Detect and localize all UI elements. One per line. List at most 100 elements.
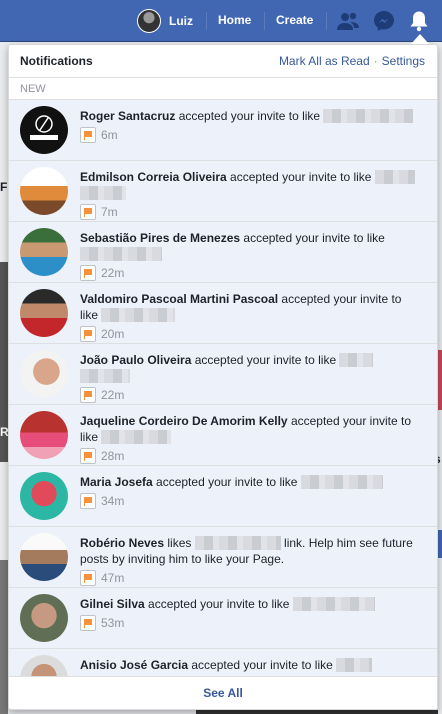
notification-item[interactable]: Roger Santacruz accepted your invite to … <box>9 100 437 161</box>
notification-meta: 53m <box>80 615 420 631</box>
divider <box>326 12 327 30</box>
notification-item[interactable]: Robério Neves likes link. Help him see f… <box>9 527 437 588</box>
notifications-title: Notifications <box>20 54 93 68</box>
notification-text: Edmilson Correia Oliveira accepted your … <box>80 169 420 220</box>
notification-time: 20m <box>101 327 125 341</box>
redacted-page-name <box>300 475 383 489</box>
redacted-page-name <box>80 186 126 200</box>
notification-item[interactable]: João Paulo Oliveira accepted your invite… <box>9 344 437 405</box>
avatar <box>20 289 68 337</box>
notification-meta: 28m <box>80 448 420 464</box>
separator: · <box>373 54 378 68</box>
create-link[interactable]: Create <box>276 13 313 27</box>
flyout-header: Notifications Mark All as Read · Settings <box>9 45 437 78</box>
notification-actor: Robério Neves <box>80 536 165 550</box>
profile-button[interactable]: Luiz <box>137 8 193 34</box>
notification-actor: Edmilson Correia Oliveira <box>80 170 227 184</box>
settings-link[interactable]: Settings <box>382 54 425 68</box>
notifications-bell-icon[interactable] <box>407 9 431 33</box>
notification-time: 6m <box>101 128 118 142</box>
notification-text: Valdomiro Pascoal Martini Pascoal accept… <box>80 291 420 342</box>
background-photo-right <box>438 350 442 410</box>
divider <box>264 12 265 30</box>
notification-meta: 6m <box>80 127 420 143</box>
redacted-page-name <box>101 308 176 322</box>
page-flag-icon <box>80 265 96 281</box>
avatar <box>20 655 68 676</box>
notification-meta: 20m <box>80 326 420 342</box>
notification-item[interactable]: Anisio José Garcia accepted your invite … <box>9 649 437 676</box>
notifications-list[interactable]: NEW Roger Santacruz accepted your invite… <box>9 78 437 676</box>
friend-requests-icon[interactable] <box>336 9 360 33</box>
flyout-actions: Mark All as Read · Settings <box>279 54 425 68</box>
avatar <box>20 350 68 398</box>
notification-text: Roger Santacruz accepted your invite to … <box>80 108 420 143</box>
notification-item[interactable]: Sebastião Pires de Menezes accepted your… <box>9 222 437 283</box>
notification-text: Gilnei Silva accepted your invite to lik… <box>80 596 420 631</box>
page-flag-icon <box>80 204 96 220</box>
avatar <box>20 106 68 154</box>
notification-actor: Anisio José Garcia <box>80 658 189 672</box>
background-photo-bottom <box>196 710 438 714</box>
redacted-page-name <box>339 353 374 367</box>
notification-time: 22m <box>101 266 125 280</box>
page-flag-icon <box>80 127 96 143</box>
home-link[interactable]: Home <box>218 13 251 27</box>
flyout-caret <box>411 34 429 44</box>
notification-time: 7m <box>101 205 118 219</box>
redacted-page-name <box>374 170 415 184</box>
background-button-right <box>438 530 442 558</box>
redacted-page-name <box>80 247 162 261</box>
redacted-page-name <box>194 536 281 550</box>
notification-text: Sebastião Pires de Menezes accepted your… <box>80 230 420 281</box>
top-navigation-bar: Luiz Home Create <box>0 0 442 42</box>
page-flag-icon <box>80 570 96 586</box>
redacted-page-name <box>323 109 414 123</box>
notification-item[interactable]: Valdomiro Pascoal Martini Pascoal accept… <box>9 283 437 344</box>
notification-time: 47m <box>101 571 125 585</box>
notification-time: 53m <box>101 616 125 630</box>
notification-item[interactable]: Maria Josefa accepted your invite to lik… <box>9 466 437 527</box>
notification-time: 22m <box>101 388 125 402</box>
profile-avatar <box>137 9 161 33</box>
notification-text: João Paulo Oliveira accepted your invite… <box>80 352 420 403</box>
notification-item[interactable]: Gilnei Silva accepted your invite to lik… <box>9 588 437 649</box>
notification-text: Jaqueline Cordeiro De Amorim Kelly accep… <box>80 413 420 464</box>
notification-meta: 47m <box>80 570 420 586</box>
notification-meta: 22m <box>80 265 420 281</box>
divider <box>206 12 207 30</box>
notification-item[interactable]: Edmilson Correia Oliveira accepted your … <box>9 161 437 222</box>
notification-item[interactable]: Jaqueline Cordeiro De Amorim Kelly accep… <box>9 405 437 466</box>
background-photo-left-lower <box>0 560 8 714</box>
avatar <box>20 167 68 215</box>
notification-actor: Maria Josefa <box>80 475 153 489</box>
avatar <box>20 533 68 581</box>
redacted-page-name <box>336 658 373 672</box>
avatar <box>20 228 68 276</box>
notification-actor: Sebastião Pires de Menezes <box>80 231 241 245</box>
page-flag-icon <box>80 615 96 631</box>
notification-meta: 7m <box>80 204 420 220</box>
notification-actor: Roger Santacruz <box>80 109 176 123</box>
notification-text: Anisio José Garcia accepted your invite … <box>80 657 420 673</box>
notifications-flyout: Notifications Mark All as Read · Settings … <box>8 44 438 710</box>
page-flag-icon <box>80 493 96 509</box>
notification-actor: João Paulo Oliveira <box>80 353 192 367</box>
notification-actor: Jaqueline Cordeiro De Amorim Kelly <box>80 414 288 428</box>
notification-text: Robério Neves likes link. Help him see f… <box>80 535 420 586</box>
notification-time: 34m <box>101 494 125 508</box>
notification-meta: 22m <box>80 387 420 403</box>
section-label-new: NEW <box>9 78 437 100</box>
redacted-page-name <box>101 430 172 444</box>
redacted-page-name <box>292 597 375 611</box>
mark-all-read-link[interactable]: Mark All as Read <box>279 54 370 68</box>
page-flag-icon <box>80 448 96 464</box>
notification-meta: 34m <box>80 493 420 509</box>
redacted-page-name <box>80 369 130 383</box>
messenger-icon[interactable] <box>372 9 396 33</box>
avatar <box>20 594 68 642</box>
profile-name: Luiz <box>169 14 193 28</box>
avatar <box>20 411 68 459</box>
see-all-link[interactable]: See All <box>9 676 437 709</box>
notification-actor: Gilnei Silva <box>80 597 145 611</box>
